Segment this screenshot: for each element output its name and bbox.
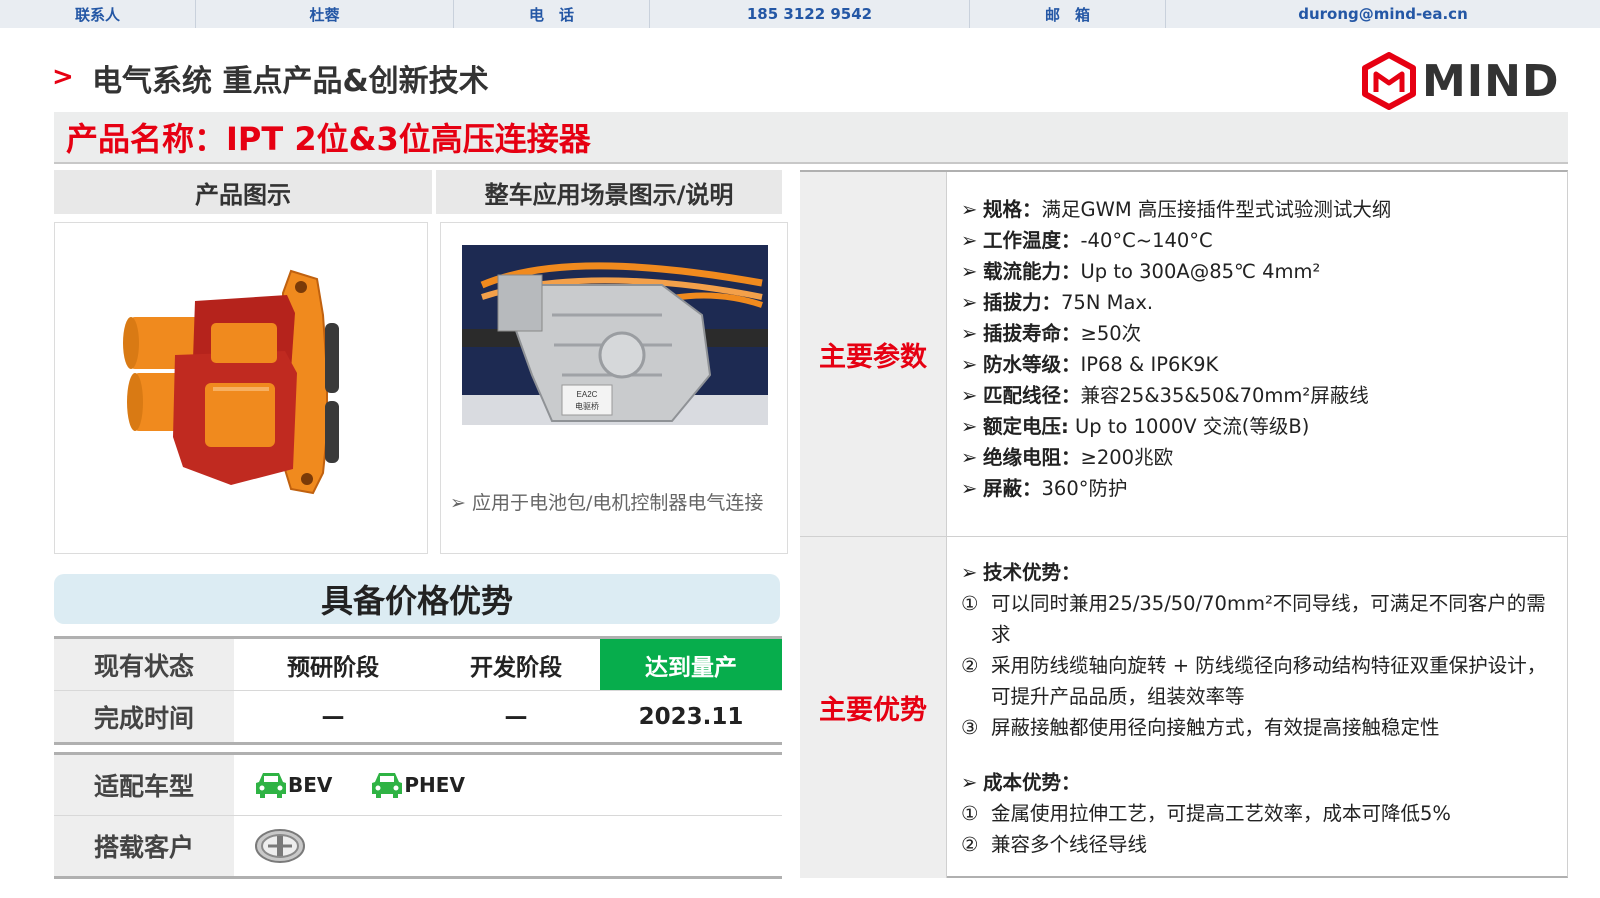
mind-logo-icon <box>1362 52 1416 110</box>
cost-advantage-item: ② 兼容多个线径导线 <box>961 833 1148 856</box>
contact-label: 联系人 <box>0 0 196 28</box>
param-current: ➢ 载流能力：Up to 300A@85℃ 4mm² <box>961 256 1555 287</box>
scene-image-header: 整车应用场景图示/说明 <box>436 170 782 214</box>
status-label: 现有状态 <box>54 636 234 691</box>
arrow-icon: ➢ <box>961 291 978 314</box>
stage-pre-research: 预研阶段 <box>234 636 432 691</box>
main-advantages-content: ➢ 技术优势： ① 可以同时兼用25/35/50/70mm²不同导线，可满足不同客户… <box>946 537 1567 878</box>
param-temperature: ➢ 工作温度：-40°C~140°C <box>961 225 1555 256</box>
param-wire-gauge: ➢ 匹配线径：兼容25&35&50&70mm²屏蔽线 <box>961 380 1555 411</box>
stage-development: 开发阶段 <box>432 636 600 691</box>
vehicle-table: 适配车型 BEV PHEV 搭载客户 <box>54 752 782 879</box>
car-icon <box>256 773 286 798</box>
hollow-arrow-icon: ➢ <box>450 492 472 514</box>
arrow-icon: ➢ <box>961 384 978 407</box>
arrow-icon: ➢ <box>961 198 978 221</box>
photo-label-1: EA2C <box>577 390 598 399</box>
param-insulation: ➢ 绝缘电阻：≥200兆欧 <box>961 442 1555 473</box>
status-table: 现有状态 预研阶段 开发阶段 达到量产 完成时间 — — 2023.11 <box>54 636 782 745</box>
arrow-icon: ➢ <box>961 229 978 252</box>
product-name-bar: 产品名称：IPT 2位&3位高压连接器 <box>54 112 1568 164</box>
completion-row: 完成时间 — — 2023.11 <box>54 690 782 745</box>
stage-mass-production: 达到量产 <box>600 636 782 691</box>
price-advantage-banner: 具备价格优势 <box>54 574 780 624</box>
tech-advantage-heading: ➢ 技术优势： <box>961 557 1555 588</box>
cost-advantage-heading: ➢ 成本优势： <box>961 767 1555 798</box>
phone-label: 电 话 <box>454 0 650 28</box>
arrow-icon: ➢ <box>961 771 978 794</box>
product-image-header: 产品图示 <box>54 170 432 214</box>
scene-caption-text: 应用于电池包/电机控制器电气连接 <box>471 492 764 514</box>
time-development: — <box>432 690 600 745</box>
tech-advantage-item: ① 可以同时兼用25/35/50/70mm²不同导线，可满足不同客户的需求 <box>961 592 1546 646</box>
product-name: 产品名称：IPT 2位&3位高压连接器 <box>66 120 591 158</box>
time-pre-research: — <box>234 690 432 745</box>
phev-tag: PHEV <box>370 770 465 800</box>
tech-advantage-item: ② 采用防线缆轴向旋转 + 防线缆径向移动结构特征双重保护设计，可提升产品品质，组… <box>961 654 1547 708</box>
main-params-content: ➢ 规格：满足GWM 高压接插件型式试验测试大纲 ➢ 工作温度：-40°C~140°… <box>946 172 1567 536</box>
scene-caption: ➢ 应用于电池包/电机控制器电气连接 <box>450 488 763 515</box>
completion-label: 完成时间 <box>54 690 234 745</box>
arrow-icon: ➢ <box>961 561 978 584</box>
email-address[interactable]: durong@mind-ea.cn <box>1166 0 1600 28</box>
bev-tag: BEV <box>254 770 332 800</box>
time-mass-production: 2023.11 <box>600 690 782 745</box>
arrow-icon: ➢ <box>961 260 978 283</box>
logo-text: MIND <box>1422 55 1560 107</box>
scene-photo: EA2C 电驱桥 <box>462 245 768 425</box>
mind-logo: MIND <box>1362 52 1560 110</box>
vehicle-type-row: 适配车型 BEV PHEV <box>54 752 782 816</box>
phev-label: PHEV <box>404 773 465 797</box>
param-shielding: ➢ 屏蔽：360°防护 <box>961 473 1555 504</box>
phone-number: 185 3122 9542 <box>650 0 970 28</box>
bev-label: BEV <box>288 773 333 797</box>
param-rated-voltage: ➢ 额定电压: Up to 1000V 交流(等级B) <box>961 411 1555 442</box>
main-advantages-label: 主要优势 <box>800 537 946 878</box>
cost-advantage-item: ① 金属使用拉伸工艺，可提高工艺效率，成本可降低5% <box>961 802 1451 825</box>
status-row: 现有状态 预研阶段 开发阶段 达到量产 <box>54 636 782 691</box>
param-mating-force: ➢ 插拔力：75N Max. <box>961 287 1555 318</box>
chevron-right-icon: > <box>52 62 74 92</box>
vehicle-type-label: 适配车型 <box>54 752 234 816</box>
arrow-icon: ➢ <box>961 446 978 469</box>
contact-bar: 联系人 杜蓉 电 话 185 3122 9542 邮 箱 durong@mind… <box>0 0 1600 28</box>
email-label: 邮 箱 <box>970 0 1166 28</box>
arrow-icon: ➢ <box>961 415 978 438</box>
tech-advantage-item: ③ 屏蔽接触都使用径向接触方式，有效提高接触稳定性 <box>961 716 1440 739</box>
right-panel: 主要参数 ➢ 规格：满足GWM 高压接插件型式试验测试大纲 ➢ 工作温度：-40°C… <box>800 170 1568 878</box>
customer-row: 搭载客户 <box>54 815 782 879</box>
param-mating-cycles: ➢ 插拔寿命：≥50次 <box>961 318 1555 349</box>
param-waterproof: ➢ 防水等级：IP68 & IP6K9K <box>961 349 1555 380</box>
gwm-logo-icon <box>255 829 305 863</box>
main-params-label: 主要参数 <box>800 172 946 536</box>
arrow-icon: ➢ <box>961 477 978 500</box>
contact-name: 杜蓉 <box>196 0 454 28</box>
arrow-icon: ➢ <box>961 322 978 345</box>
photo-label-2: 电驱桥 <box>575 401 599 411</box>
param-spec: ➢ 规格：满足GWM 高压接插件型式试验测试大纲 <box>961 194 1555 225</box>
product-image-box <box>54 222 428 554</box>
car-icon <box>372 773 403 798</box>
customer-label: 搭载客户 <box>54 815 234 879</box>
section-title: 电气系统 重点产品&创新技术 <box>92 64 489 99</box>
arrow-icon: ➢ <box>961 353 978 376</box>
connector-image <box>123 269 339 495</box>
